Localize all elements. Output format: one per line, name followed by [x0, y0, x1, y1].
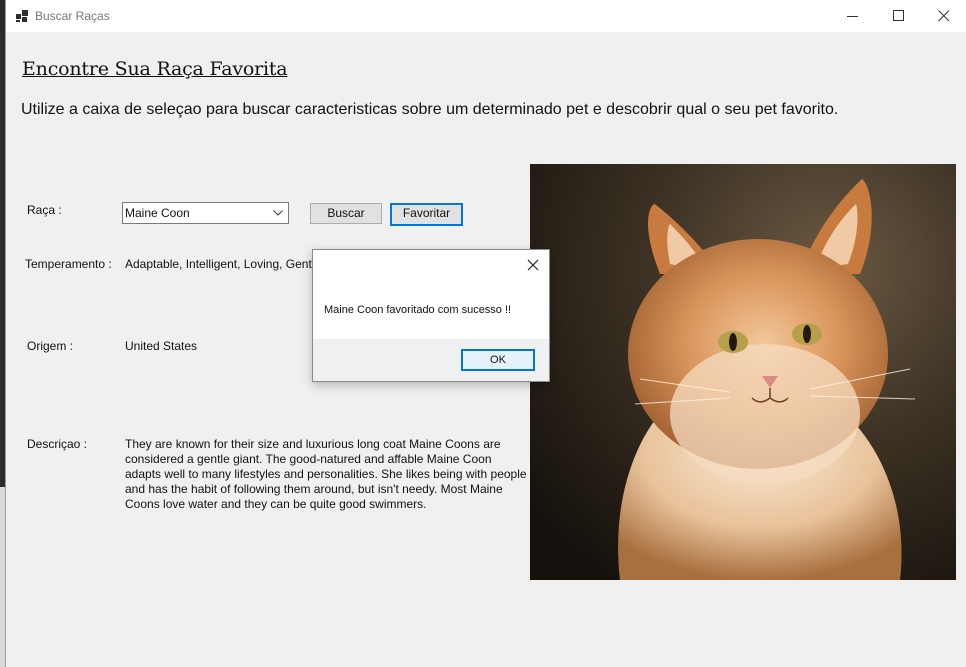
descricao-value: They are known for their size and luxuri…	[125, 437, 527, 511]
descricao-label: Descriçao :	[27, 437, 88, 451]
minimize-button[interactable]	[830, 0, 876, 32]
raca-label: Raça :	[27, 203, 62, 217]
raca-select[interactable]: Maine Coon	[122, 202, 289, 224]
breed-photo	[530, 164, 956, 580]
close-icon	[527, 259, 539, 271]
message-dialog: Maine Coon favoritado com sucesso !! OK	[312, 249, 550, 382]
chevron-down-icon	[273, 210, 283, 216]
maximize-icon	[893, 10, 904, 21]
temperamento-value: Adaptable, Intelligent, Loving, Gentle	[125, 257, 322, 271]
minimize-icon	[847, 16, 858, 17]
buscar-button[interactable]: Buscar	[310, 203, 382, 224]
favoritar-button[interactable]: Favoritar	[390, 203, 463, 226]
dialog-close-button[interactable]	[525, 257, 541, 273]
close-button[interactable]	[921, 0, 966, 32]
origem-label: Origem :	[27, 339, 74, 353]
dialog-message: Maine Coon favoritado com sucesso !!	[324, 304, 512, 316]
ok-button[interactable]: OK	[461, 349, 535, 371]
window-title: Buscar Raças	[35, 9, 110, 23]
temperamento-label: Temperamento :	[25, 257, 112, 271]
title-bar[interactable]: Buscar Raças	[6, 0, 966, 32]
origem-value: United States	[125, 339, 198, 353]
main-window: Buscar Raças Encontre Sua Raça Favorita …	[5, 0, 966, 667]
app-grid-icon	[16, 10, 28, 22]
page-title: Encontre Sua Raça Favorita	[22, 58, 288, 80]
close-icon	[938, 10, 950, 22]
maximize-button[interactable]	[876, 0, 922, 32]
intro-text: Utilize a caixa de seleçao para buscar c…	[21, 101, 839, 118]
raca-selected-value: Maine Coon	[125, 206, 190, 220]
